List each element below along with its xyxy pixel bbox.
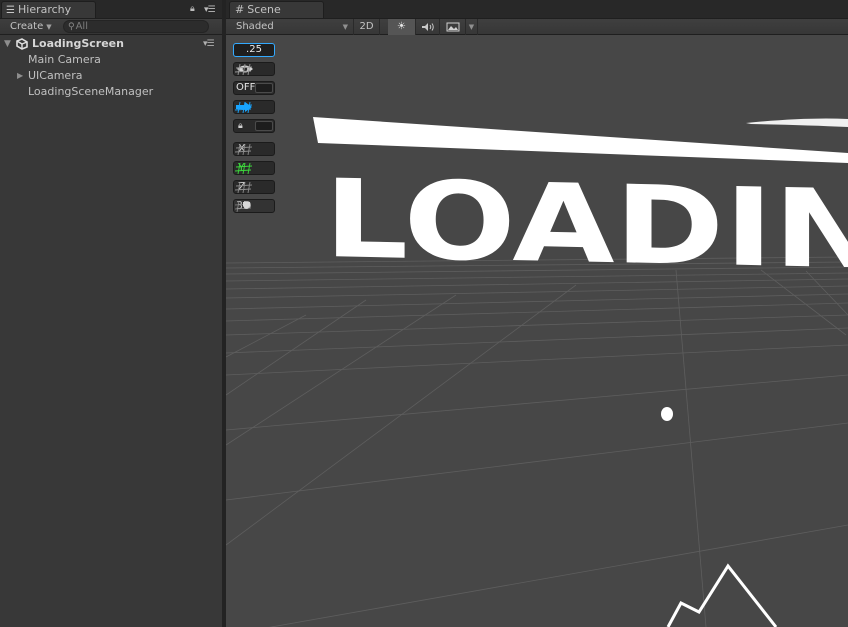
unity-editor: ☰ Hierarchy 🔒︎ ▾☰ Create ▼ ⚲All ▼ Loadin…: [0, 0, 848, 627]
logo-text: LOADIN: [324, 157, 848, 294]
move-snap-toggle[interactable]: [233, 100, 275, 114]
search-icon: ⚲: [68, 22, 75, 32]
scene-name: LoadingScreen: [32, 37, 124, 50]
hierarchy-tabbar: ☰ Hierarchy 🔒︎ ▾☰: [0, 0, 222, 18]
hierarchy-item-uicamera[interactable]: ▶ UICamera: [0, 68, 222, 84]
grid-icon: [234, 182, 252, 193]
list-icon: ☰: [6, 5, 15, 16]
toggle-box: [255, 83, 273, 93]
tab-hierarchy[interactable]: ☰ Hierarchy: [1, 1, 96, 18]
tab-hierarchy-label: Hierarchy: [18, 3, 72, 16]
grid-icon: [234, 64, 252, 75]
mountain-icon[interactable]: [666, 563, 778, 627]
hierarchy-item-label: Main Camera: [28, 53, 101, 66]
grid-icon: [234, 144, 252, 155]
dropdown-arrow-icon: ▼: [46, 23, 52, 31]
dropdown-arrow-icon: ▼: [342, 23, 348, 31]
search-placeholder: All: [75, 21, 88, 32]
grid-icon: [234, 102, 252, 113]
hierarchy-item-loading-scene-manager[interactable]: LoadingSceneManager: [0, 84, 222, 100]
loading-logo[interactable]: LOADIN: [313, 117, 848, 294]
scene-toolbar: Shaded ▼ 2D ☀ ▼: [226, 18, 848, 35]
axis-z-toggle[interactable]: Z: [233, 180, 275, 194]
lock-icon: 🔒︎: [238, 121, 243, 131]
tab-scene-label: Scene: [247, 3, 281, 16]
toggle-box: [255, 121, 273, 131]
grid-icon: [234, 163, 252, 174]
scene-root-row[interactable]: ▼ LoadingScreen ▾☰: [0, 36, 222, 52]
effects-toggle-button[interactable]: [440, 19, 466, 35]
draw-mode-label: Shaded: [236, 21, 274, 32]
scene-tabbar: # Scene: [226, 0, 848, 18]
point-gizmo-icon[interactable]: [661, 407, 673, 421]
2d-toggle-button[interactable]: 2D: [354, 19, 380, 35]
audio-toggle-button[interactable]: [416, 19, 440, 35]
hierarchy-item-label: LoadingSceneManager: [28, 85, 154, 98]
scene-menu-icon[interactable]: ▾☰: [203, 36, 215, 52]
ground-grid: [226, 256, 848, 627]
visibility-toggle[interactable]: [233, 62, 275, 76]
shield-icon: [234, 201, 252, 212]
hierarchy-item-main-camera[interactable]: Main Camera: [0, 52, 222, 68]
scene-viewport[interactable]: LOADIN .25 OFF 🔒︎ X Y Z: [226, 35, 848, 627]
speaker-icon: [421, 23, 434, 31]
panel-menu-icon[interactable]: ▾☰: [204, 5, 216, 15]
create-button[interactable]: Create ▼: [4, 20, 58, 34]
tab-scene[interactable]: # Scene: [229, 1, 324, 18]
hierarchy-tree: ▼ LoadingScreen ▾☰ Main Camera ▶ UICamer…: [0, 36, 222, 100]
unity-scene-icon: [16, 38, 28, 50]
hierarchy-panel: ☰ Hierarchy 🔒︎ ▾☰ Create ▼ ⚲All ▼ Loadin…: [0, 0, 222, 627]
scene-panel: # Scene Shaded ▼ 2D ☀ ▼ LOADIN .25 OFF 🔒…: [226, 0, 848, 627]
lock-icon[interactable]: 🔒︎: [190, 4, 195, 14]
hierarchy-search-input[interactable]: ⚲All: [63, 20, 209, 33]
hierarchy-item-label: UICamera: [28, 69, 83, 82]
3d-toggle[interactable]: 3D: [233, 199, 275, 213]
expand-arrow-icon[interactable]: ▼: [4, 36, 11, 52]
draw-mode-dropdown[interactable]: Shaded ▼: [226, 19, 354, 35]
lighting-toggle-button[interactable]: ☀: [388, 19, 416, 35]
off-toggle[interactable]: OFF: [233, 81, 275, 95]
axis-x-toggle[interactable]: X: [233, 142, 275, 156]
off-label: OFF: [236, 82, 256, 93]
effects-dropdown-arrow[interactable]: ▼: [466, 19, 478, 35]
scene-canvas: LOADIN: [226, 117, 848, 627]
logo-stripe-tail: [746, 118, 848, 127]
hierarchy-toolbar: Create ▼ ⚲All: [0, 18, 222, 35]
sun-icon: ☀: [397, 21, 406, 32]
image-icon: [446, 22, 459, 32]
expand-arrow-icon[interactable]: ▶: [17, 68, 23, 84]
snap-value-field[interactable]: .25: [233, 43, 275, 57]
axis-y-toggle[interactable]: Y: [233, 161, 275, 175]
create-label: Create: [10, 21, 44, 32]
grid-icon: #: [235, 3, 245, 16]
lock-toggle[interactable]: 🔒︎: [233, 119, 275, 133]
